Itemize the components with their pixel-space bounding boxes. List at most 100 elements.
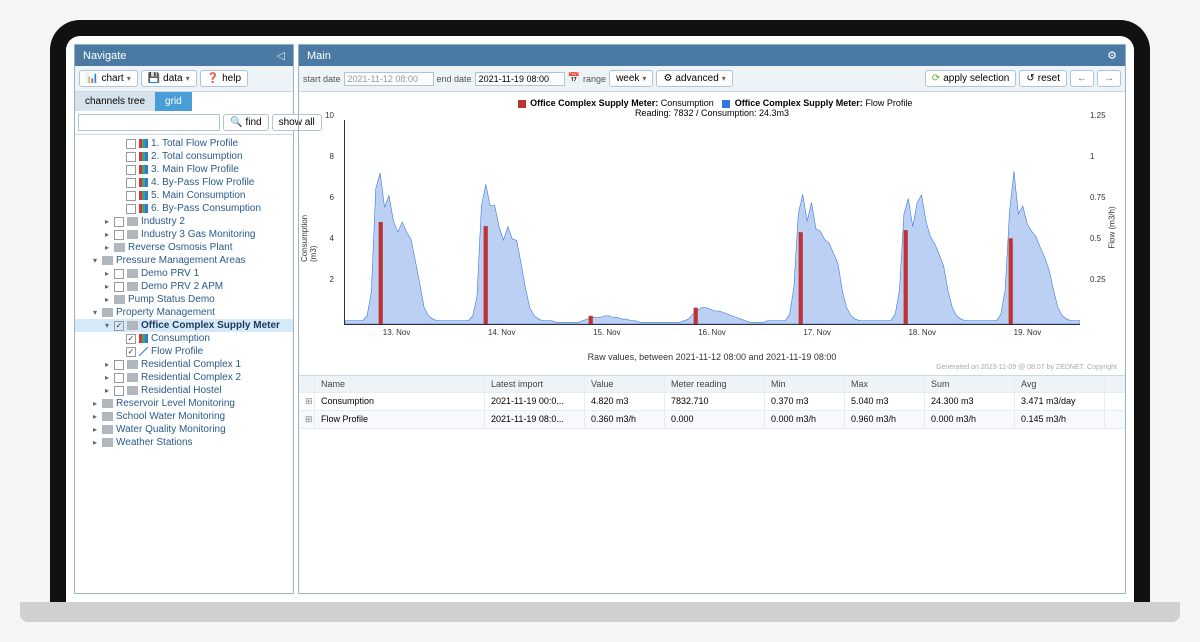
tree-node[interactable]: ▾Property Management (75, 306, 293, 319)
folder-icon (127, 321, 138, 330)
tree-node[interactable]: 5. Main Consumption (75, 189, 293, 202)
tree-node[interactable]: ▸Demo PRV 2 APM (75, 280, 293, 293)
advanced-button[interactable]: ⚙ advanced (656, 70, 732, 87)
data-grid: Name Latest import Value Meter reading M… (299, 375, 1125, 429)
grid-row[interactable]: ⊞Flow Profile2021-11-19 08:0...0.360 m3/… (299, 411, 1125, 429)
tree-label: Demo PRV 1 (141, 268, 199, 279)
checkbox-icon[interactable] (126, 178, 136, 188)
main-header: Main ⚙ (299, 45, 1125, 66)
expand-icon[interactable]: ⊞ (299, 411, 315, 428)
tree-node[interactable]: ▸Demo PRV 1 (75, 267, 293, 280)
help-button[interactable]: ❓ help (200, 70, 248, 87)
channel-tree[interactable]: 1. Total Flow Profile2. Total consumptio… (75, 135, 293, 593)
tree-node[interactable]: 2. Total consumption (75, 150, 293, 163)
start-date-input[interactable] (344, 72, 434, 86)
tree-node[interactable]: Consumption (75, 332, 293, 345)
folder-icon (102, 256, 113, 265)
tree-label: Office Complex Supply Meter (141, 320, 280, 331)
expand-icon[interactable]: ⊞ (299, 393, 315, 410)
tree-label: 4. By-Pass Flow Profile (151, 177, 254, 188)
tree-label: 5. Main Consumption (151, 190, 246, 201)
folder-icon (102, 308, 113, 317)
tree-search-input[interactable] (78, 114, 220, 131)
navigate-header: Navigate ◁ (75, 45, 293, 66)
y-axis-right: Flow (m3/h) 0.250.50.7511.25 (1085, 120, 1115, 325)
checkbox-icon[interactable] (126, 204, 136, 214)
tree-node[interactable]: ▸Water Quality Monitoring (75, 423, 293, 436)
tree-node[interactable]: ▸Reservoir Level Monitoring (75, 397, 293, 410)
chart-plot (344, 120, 1080, 325)
range-select[interactable]: week (609, 70, 653, 87)
checkbox-icon[interactable] (126, 139, 136, 149)
tree-node[interactable]: Flow Profile (75, 345, 293, 358)
tree-node[interactable]: ▸Reverse Osmosis Plant (75, 241, 293, 254)
calendar-icon[interactable]: 📅 (568, 73, 580, 84)
tree-node[interactable]: ▾Pressure Management Areas (75, 254, 293, 267)
checkbox-icon[interactable] (114, 373, 124, 383)
chart-legend: Office Complex Supply Meter: Consumption… (309, 98, 1115, 118)
range-label: range (583, 74, 606, 84)
navigate-panel: Navigate ◁ 📊 chart 💾 data ❓ help channel… (74, 44, 294, 594)
main-panel: Main ⚙ start date end date 📅 range week … (298, 44, 1126, 594)
checkbox-icon[interactable] (126, 152, 136, 162)
tree-node[interactable]: ▸Residential Complex 1 (75, 358, 293, 371)
folder-icon (114, 243, 125, 252)
end-date-label: end date (437, 74, 472, 84)
checkbox-icon[interactable] (114, 360, 124, 370)
chart[interactable]: Consumption (m3) 246810 Flow (m3/h) 0.25… (309, 120, 1115, 350)
tree-label: Residential Complex 2 (141, 372, 241, 383)
nav-prev-button[interactable]: ← (1070, 70, 1094, 87)
sidebar-toolbar: 📊 chart 💾 data ❓ help (75, 66, 293, 92)
tree-label: Industry 3 Gas Monitoring (141, 229, 256, 240)
end-date-input[interactable] (475, 72, 565, 86)
checkbox-icon[interactable] (114, 282, 124, 292)
tree-node[interactable]: ▾Office Complex Supply Meter (75, 319, 293, 332)
tab-grid[interactable]: grid (155, 92, 192, 111)
reset-button[interactable]: ↺ reset (1019, 70, 1067, 87)
tree-node[interactable]: 6. By-Pass Consumption (75, 202, 293, 215)
checkbox-icon[interactable] (126, 165, 136, 175)
checkbox-icon[interactable] (126, 347, 136, 357)
channel-icon (139, 178, 148, 187)
checkbox-icon[interactable] (114, 321, 124, 331)
y-axis-left: Consumption (m3) 246810 (309, 120, 339, 325)
tree-node[interactable]: ▸Residential Complex 2 (75, 371, 293, 384)
tree-node[interactable]: ▸Weather Stations (75, 436, 293, 449)
data-button[interactable]: 💾 data (141, 70, 197, 87)
folder-icon (127, 386, 138, 395)
checkbox-icon[interactable] (114, 230, 124, 240)
checkbox-icon[interactable] (126, 334, 136, 344)
main-toolbar: start date end date 📅 range week ⚙ advan… (299, 66, 1125, 92)
main-title: Main (307, 50, 331, 62)
grid-header-row: Name Latest import Value Meter reading M… (299, 376, 1125, 393)
collapse-icon[interactable]: ◁ (277, 49, 285, 62)
checkbox-icon[interactable] (114, 269, 124, 279)
checkbox-icon[interactable] (114, 386, 124, 396)
gear-icon[interactable]: ⚙ (1107, 49, 1117, 62)
tree-node[interactable]: ▸Pump Status Demo (75, 293, 293, 306)
checkbox-icon[interactable] (114, 217, 124, 227)
tab-channels-tree[interactable]: channels tree (75, 92, 155, 111)
tree-label: Reservoir Level Monitoring (116, 398, 235, 409)
grid-row[interactable]: ⊞Consumption2021-11-19 00:0...4.820 m378… (299, 393, 1125, 411)
generated-note: Generated on 2023-11-09 @ 08:07 by ZEDNE… (299, 364, 1125, 371)
tree-label: Water Quality Monitoring (116, 424, 226, 435)
tree-node[interactable]: ▸Industry 3 Gas Monitoring (75, 228, 293, 241)
tree-node[interactable]: 3. Main Flow Profile (75, 163, 293, 176)
tree-node[interactable]: ▸Industry 2 (75, 215, 293, 228)
find-button[interactable]: 🔍 find (223, 114, 269, 131)
checkbox-icon[interactable] (126, 191, 136, 201)
nav-next-button[interactable]: → (1097, 70, 1121, 87)
start-date-label: start date (303, 74, 341, 84)
tree-label: Reverse Osmosis Plant (128, 242, 232, 253)
chart-button[interactable]: 📊 chart (79, 70, 138, 87)
channel-icon (139, 347, 148, 356)
tree-node[interactable]: 4. By-Pass Flow Profile (75, 176, 293, 189)
tree-node[interactable]: 1. Total Flow Profile (75, 137, 293, 150)
tree-label: 6. By-Pass Consumption (151, 203, 261, 214)
tree-node[interactable]: ▸School Water Monitoring (75, 410, 293, 423)
folder-icon (127, 360, 138, 369)
apply-selection-button[interactable]: ⟳ apply selection (925, 70, 1017, 87)
tree-label: 2. Total consumption (151, 151, 243, 162)
tree-node[interactable]: ▸Residential Hostel (75, 384, 293, 397)
